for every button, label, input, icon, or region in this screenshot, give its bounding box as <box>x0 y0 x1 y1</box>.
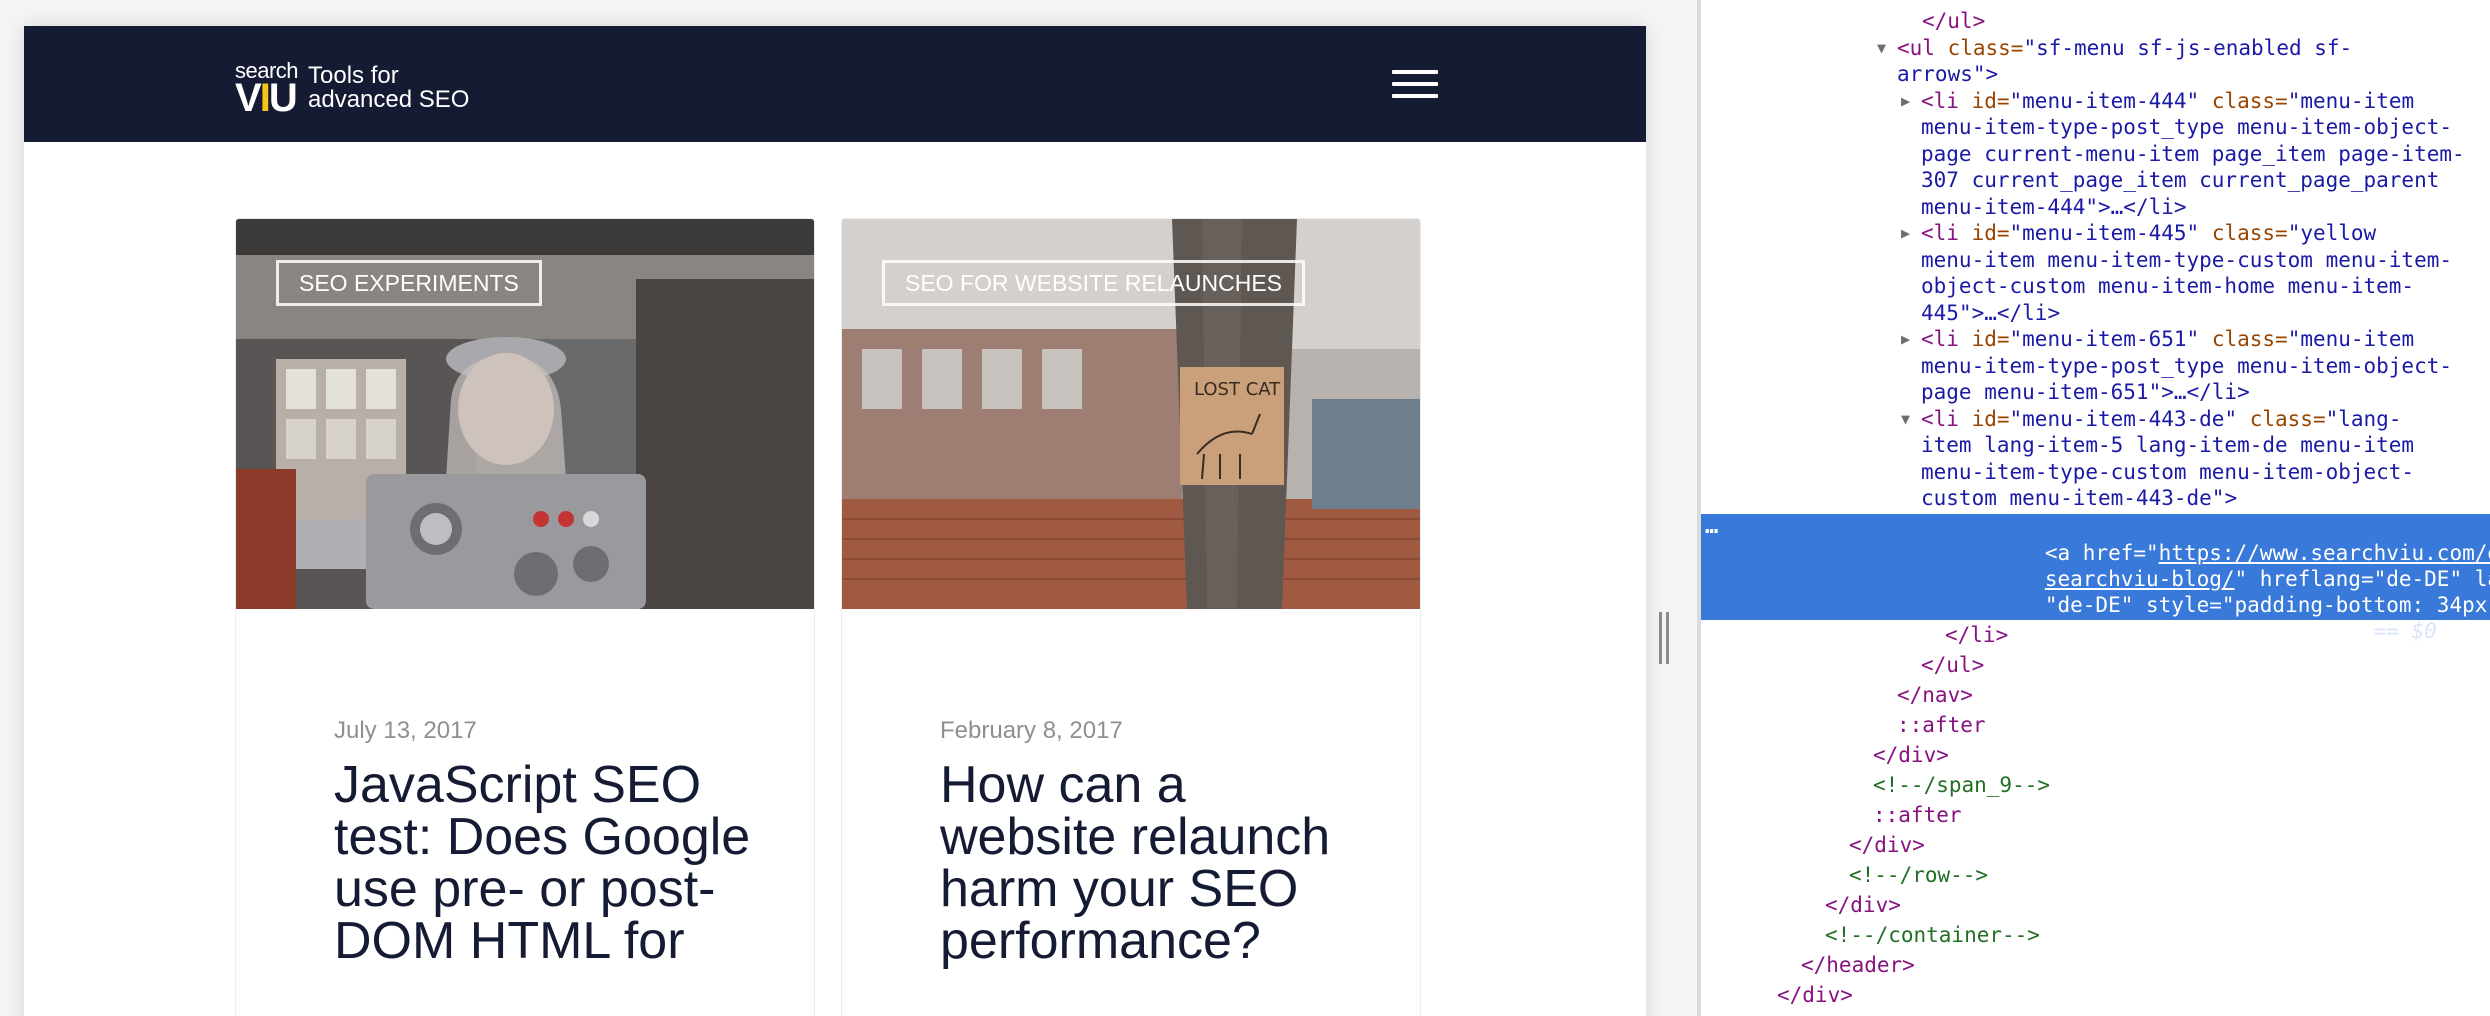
dom-tree-line[interactable]: </ul> <box>1701 652 2490 678</box>
dom-tree-line[interactable]: </div> <box>1701 742 2490 768</box>
dom-tree-line[interactable]: menu-item-type-custom menu-item-object- <box>1701 459 2490 485</box>
dom-tree-line[interactable]: </div> <box>1701 892 2490 918</box>
blog-card[interactable]: LOST CAT SEO FOR WEBSITE RELAUNCHES Febr… <box>841 218 1421 1016</box>
dom-tree-line[interactable]: ▶ <li id="menu-item-445" class="yellow <box>1701 220 2490 246</box>
dom-tree-line[interactable]: item lang-item-5 lang-item-de menu-item <box>1701 432 2490 458</box>
dom-tree-line[interactable]: </header> <box>1701 952 2490 978</box>
web-page: search VIU Tools for advanced SEO SEO EX… <box>24 26 1646 1016</box>
dom-tree-line[interactable]: ::after <box>1701 712 2490 738</box>
dom-tree-line[interactable]: ▶ <li id="menu-item-651" class="menu-item <box>1701 326 2490 352</box>
dom-tree-line[interactable]: </li> <box>1701 622 2490 648</box>
dom-tree-line[interactable]: </div> <box>1701 982 2490 1008</box>
dom-tree-line[interactable]: page current-menu-item page_item page-it… <box>1701 141 2490 167</box>
dom-tree-line[interactable]: custom menu-item-443-de"> <box>1701 485 2490 511</box>
dom-tree-line[interactable]: object-custom menu-item-home menu-item- <box>1701 273 2490 299</box>
dom-tree-line[interactable]: </ul> <box>1701 8 2490 34</box>
dom-tree-line[interactable]: <!--/span_9--> <box>1701 772 2490 798</box>
dom-tree-line[interactable]: 445">…</li> <box>1701 300 2490 326</box>
resize-handle-icon[interactable] <box>1659 612 1673 664</box>
logo-tagline: Tools for advanced SEO <box>308 62 470 113</box>
svg-text:LOST CAT: LOST CAT <box>1194 379 1281 400</box>
dom-tree-line[interactable]: </div> <box>1701 832 2490 858</box>
blog-card[interactable]: SEO EXPERIMENTS July 13, 2017 JavaScript… <box>235 218 815 1016</box>
site-logo[interactable]: search VIU Tools for advanced SEO <box>235 60 485 119</box>
selected-dom-node[interactable]: <a href="https://www.searchviu.com/de/ s… <box>1701 514 2490 643</box>
card-image-robot-costume[interactable]: SEO EXPERIMENTS <box>236 219 814 609</box>
post-title[interactable]: JavaScript SEO test: Does Google use pre… <box>334 759 764 967</box>
dom-tree-line[interactable]: menu-item-type-post_type menu-item-objec… <box>1701 114 2490 140</box>
post-title[interactable]: How can a website relaunch harm your SEO… <box>940 759 1370 967</box>
devtools-elements-panel: </ul> ▼ <ul class="sf-menu sf-js-enabled s… <box>1701 0 2490 1016</box>
card-image-lost-cat-tree[interactable]: LOST CAT SEO FOR WEBSITE RELAUNCHES <box>842 219 1420 609</box>
node-options-icon[interactable]: … <box>1705 514 1718 540</box>
dom-tree-line[interactable]: ::after <box>1701 802 2490 828</box>
dom-tree-line[interactable]: page menu-item-651">…</li> <box>1701 379 2490 405</box>
dom-tree-line[interactable]: ▼ <li id="menu-item-443-de" class="lang- <box>1701 406 2490 432</box>
dom-tree-line[interactable]: </nav> <box>1701 682 2490 708</box>
dom-tree-line[interactable]: menu-item-type-post_type menu-item-objec… <box>1701 353 2490 379</box>
dom-tree-line[interactable]: menu-item-444">…</li> <box>1701 194 2490 220</box>
dom-tree-line[interactable]: menu-item menu-item-type-custom menu-ite… <box>1701 247 2490 273</box>
post-date: February 8, 2017 <box>940 717 1123 744</box>
hamburger-menu-icon[interactable] <box>1392 68 1438 100</box>
logo-viu-word: VIU <box>235 76 298 120</box>
dom-tree-line[interactable]: 307 current_page_item current_page_paren… <box>1701 167 2490 193</box>
dom-tree-line[interactable]: <!--/container--> <box>1701 922 2490 948</box>
dom-tree-line[interactable]: <!--/row--> <box>1701 862 2490 888</box>
dom-tree-line[interactable]: arrows"> <box>1701 61 2490 87</box>
dom-tree-line[interactable]: ▶ <li id="menu-item-444" class="menu-item <box>1701 88 2490 114</box>
site-header: search VIU Tools for advanced SEO <box>24 26 1646 142</box>
category-badge[interactable]: SEO EXPERIMENTS <box>276 260 542 306</box>
post-date: July 13, 2017 <box>334 717 477 744</box>
page-viewport: search VIU Tools for advanced SEO SEO EX… <box>0 0 1697 1016</box>
dom-tree-line[interactable]: ▼ <ul class="sf-menu sf-js-enabled sf- <box>1701 35 2490 61</box>
category-badge[interactable]: SEO FOR WEBSITE RELAUNCHES <box>882 260 1306 306</box>
